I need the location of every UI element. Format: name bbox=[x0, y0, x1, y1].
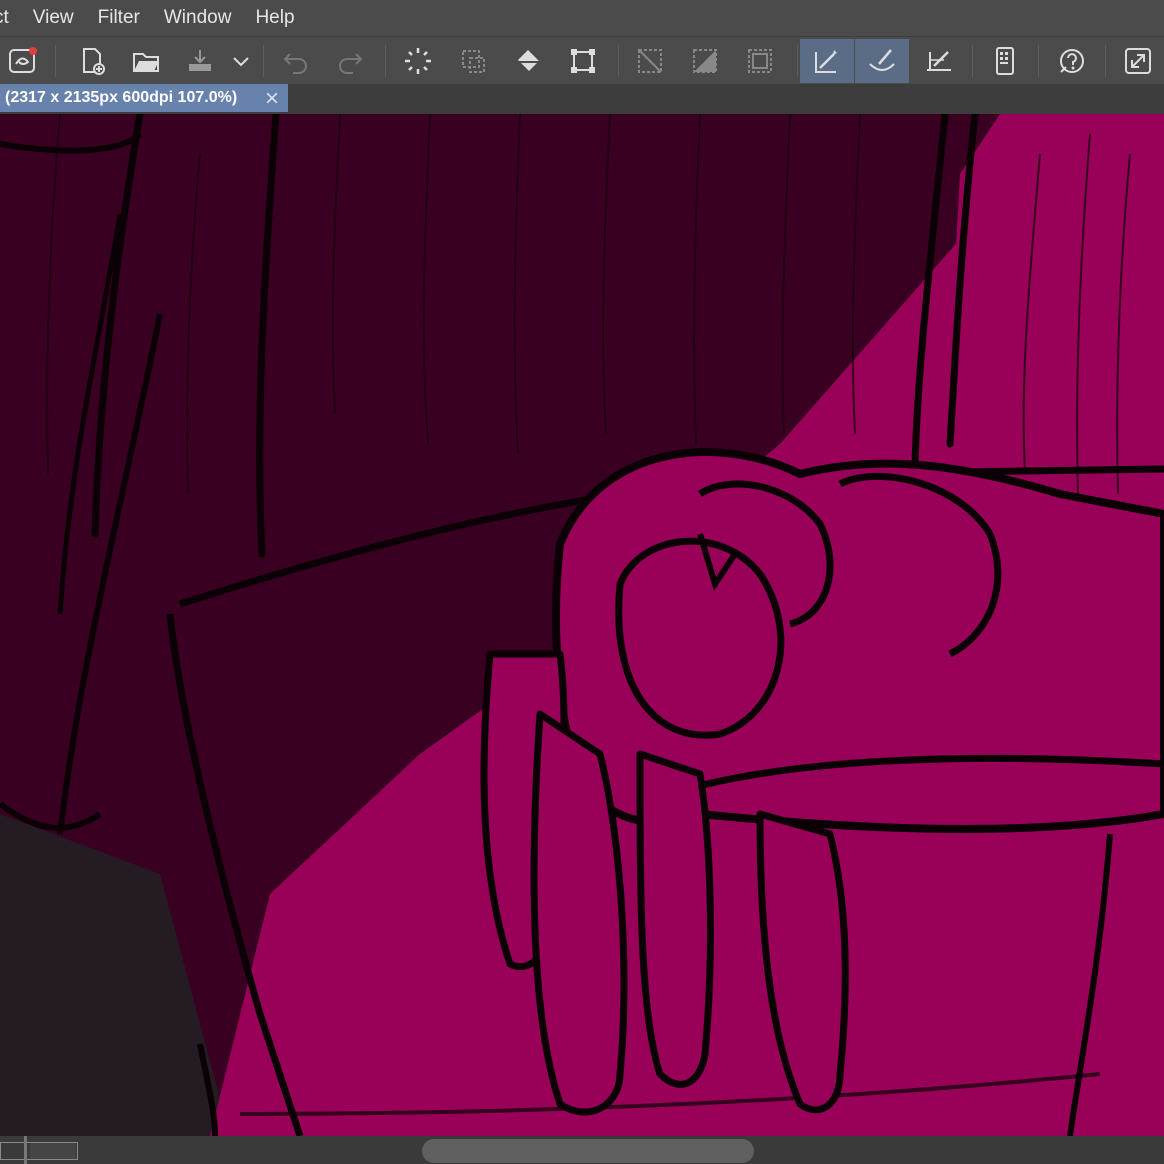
menu-item-filter[interactable]: Filter bbox=[86, 0, 152, 36]
save-icon[interactable] bbox=[180, 41, 220, 81]
toolbar-separator bbox=[618, 45, 619, 77]
horizontal-scrollbar[interactable] bbox=[422, 1139, 754, 1163]
smoothing-brush-icon[interactable] bbox=[855, 39, 909, 83]
menu-bar: ct View Filter Window Help bbox=[0, 0, 1164, 36]
redo-icon[interactable] bbox=[330, 41, 370, 81]
menu-item-ct[interactable]: ct bbox=[0, 0, 21, 36]
new-document-icon[interactable] bbox=[72, 41, 112, 81]
grid-off-icon[interactable] bbox=[630, 41, 670, 81]
transform-icon[interactable] bbox=[563, 41, 603, 81]
fill-icon[interactable] bbox=[508, 41, 548, 81]
pattern-icon[interactable] bbox=[740, 41, 780, 81]
drawing-canvas[interactable] bbox=[0, 114, 1164, 1136]
toolbar-separator bbox=[972, 45, 973, 77]
toolbar bbox=[0, 36, 1164, 85]
artwork bbox=[0, 114, 1164, 1136]
open-folder-icon[interactable] bbox=[126, 41, 166, 81]
layers-panel-icon[interactable] bbox=[985, 41, 1025, 81]
toolbar-separator bbox=[385, 45, 386, 77]
menu-item-window[interactable]: Window bbox=[152, 0, 244, 36]
canvas-mini-preview bbox=[30, 1143, 76, 1159]
toolbar-separator bbox=[797, 45, 798, 77]
pen-tool-icon[interactable] bbox=[919, 41, 959, 81]
toolbar-separator bbox=[263, 45, 264, 77]
select-all-icon[interactable] bbox=[398, 41, 438, 81]
fullscreen-icon[interactable] bbox=[1118, 41, 1158, 81]
undo-icon[interactable] bbox=[276, 41, 316, 81]
menu-item-view[interactable]: View bbox=[21, 0, 86, 36]
document-tab[interactable]: (2317 x 2135px 600dpi 107.0%) bbox=[0, 84, 288, 112]
menu-item-help[interactable]: Help bbox=[243, 0, 306, 36]
toolbar-separator bbox=[55, 45, 56, 77]
toolbar-separator bbox=[1038, 45, 1039, 77]
scroll-divider[interactable] bbox=[24, 1136, 27, 1164]
status-bar bbox=[0, 1136, 1164, 1164]
document-tab-title: (2317 x 2135px 600dpi 107.0%) bbox=[5, 89, 238, 106]
brush-preset-icon[interactable] bbox=[800, 39, 854, 83]
deselect-icon[interactable] bbox=[453, 41, 493, 81]
close-icon[interactable] bbox=[262, 88, 282, 108]
brush-engine-icon[interactable] bbox=[2, 41, 42, 81]
toolbar-separator bbox=[1105, 45, 1106, 77]
help-icon[interactable] bbox=[1052, 41, 1092, 81]
chevron-down-icon[interactable] bbox=[222, 41, 260, 81]
gradient-icon[interactable] bbox=[685, 41, 725, 81]
document-tab-bar: (2317 x 2135px 600dpi 107.0%) bbox=[0, 84, 1164, 114]
